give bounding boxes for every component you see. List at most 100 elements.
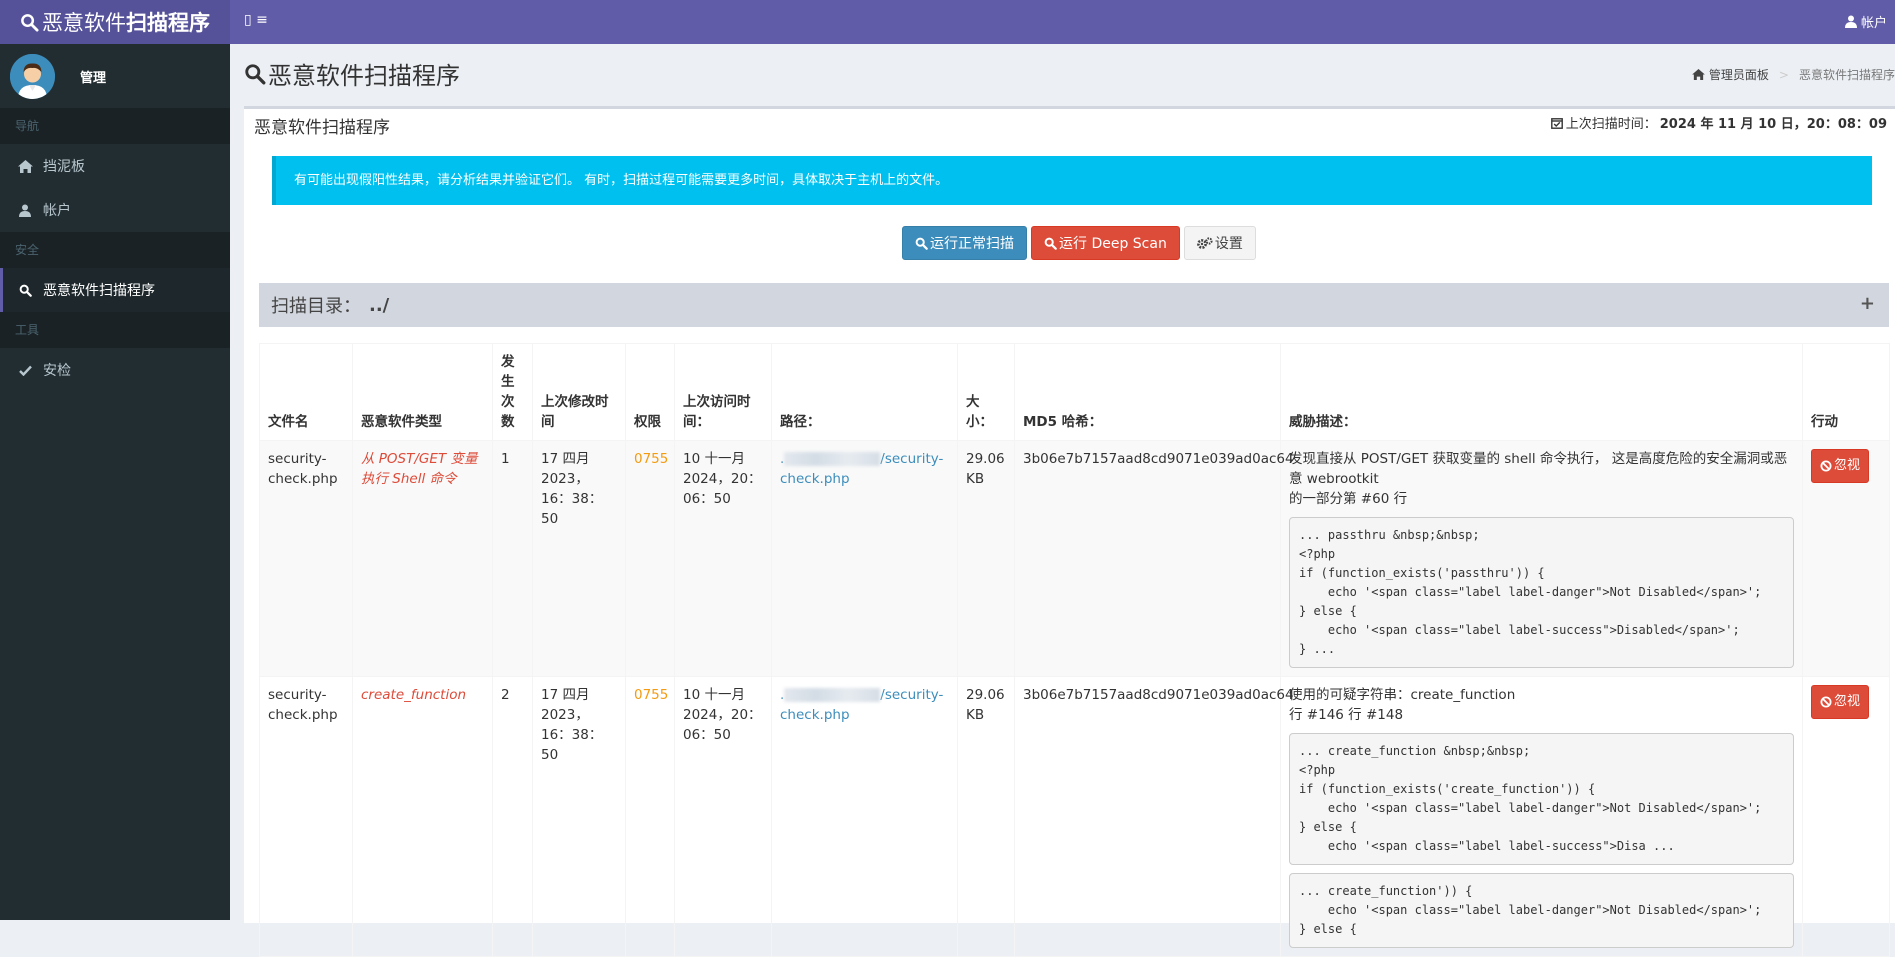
sidebar-item-label: 帐户 — [43, 203, 71, 219]
cell-accessed: 10 十一月 2024，20：06：50 — [674, 440, 772, 677]
home-icon — [1692, 69, 1705, 80]
sidebar-item-malware-scanner[interactable]: 恶意软件扫描程序 — [0, 268, 230, 312]
scan-results-table: 文件名 恶意软件类型 发生次数 上次修改时间 权限 上次访问时间： 路径： 大小… — [259, 343, 1890, 957]
cell-malware-type: create_function — [352, 676, 493, 957]
scan-directory-bar[interactable]: 扫描目录： ../ + — [259, 283, 1889, 327]
redacted-path — [784, 452, 881, 466]
cell-modified: 17 四月 2023，16：38：50 — [532, 676, 626, 957]
code-snippet: ... passthru &nbsp;&nbsp; <?php if (func… — [1289, 517, 1794, 668]
cell-path: ./security-check.php — [771, 440, 958, 677]
cell-threat-description: 使用的可疑字符串：create_function 行 #146 行 #148 .… — [1280, 676, 1803, 957]
nav-section-header: 导航 — [0, 108, 230, 144]
ban-icon — [1820, 460, 1832, 472]
search-icon — [245, 63, 266, 84]
box-title: 恶意软件扫描程序 — [254, 118, 390, 138]
breadcrumb-home-link[interactable]: 管理员面板 — [1709, 66, 1769, 83]
gears-icon — [1196, 236, 1213, 249]
file-path-link[interactable]: ./security-check.php — [780, 687, 943, 723]
col-header-permissions: 权限 — [625, 343, 675, 441]
settings-button[interactable]: 设置 — [1183, 226, 1256, 260]
calendar-check-icon — [1550, 117, 1563, 129]
sidebar-toggle-button[interactable]: ▯ ≡ — [244, 12, 268, 28]
ignore-label: 忽视 — [1834, 694, 1861, 709]
cell-threat-description: 发现直接从 POST/GET 获取变量的 shell 命令执行， 这是高度危险的… — [1280, 440, 1803, 677]
col-header-filename: 文件名 — [259, 343, 353, 441]
page-title: 恶意软件扫描程序 — [244, 56, 460, 91]
threat-description-text: 发现直接从 POST/GET 获取变量的 shell 命令执行， 这是高度危险的… — [1289, 451, 1788, 487]
cell-malware-type: 从 POST/GET 变量执行 Shell 命令 — [352, 440, 493, 677]
run-normal-scan-button[interactable]: 运行正常扫描 — [902, 226, 1027, 260]
threat-description-text: 使用的可疑字符串：create_function — [1289, 687, 1516, 703]
breadcrumb-separator: > — [1778, 67, 1789, 82]
search-icon — [21, 13, 39, 32]
cell-md5: 3b06e7b7157aad8cd9071e039ad0ac64 — [1014, 676, 1294, 957]
table-row: security-check.php create_function 2 17 … — [259, 676, 1890, 957]
ignore-button[interactable]: 忽视 — [1811, 685, 1870, 719]
breadcrumb: 管理员面板 > 恶意软件扫描程序 — [1692, 66, 1895, 83]
sidebar-item-dashboard[interactable]: 挡泥板 — [0, 144, 230, 188]
brand-logo[interactable]: 恶意软件 扫描程序 — [0, 0, 230, 44]
sidebar: 管理 导航 挡泥板 帐户 安全 恶意软件扫描程序 工具 安检 — [0, 44, 230, 920]
col-header-path: 路径： — [771, 343, 958, 441]
ignore-button[interactable]: 忽视 — [1811, 449, 1870, 483]
user-name: 管理 — [80, 70, 107, 86]
sidebar-item-security-check[interactable]: 安检 — [0, 348, 230, 392]
cell-permissions: 0755 — [625, 676, 675, 957]
cell-occurrences: 2 — [492, 676, 533, 957]
sidebar-item-account[interactable]: 帐户 — [0, 188, 230, 232]
brand-text-bold: 扫描程序 — [126, 11, 210, 35]
run-deep-scan-label: 运行 Deep Scan — [1059, 236, 1167, 252]
col-header-modified: 上次修改时间 — [532, 343, 626, 441]
cell-modified: 17 四月 2023，16：38：50 — [532, 440, 626, 677]
brand-text-light: 恶意软件 — [42, 11, 126, 35]
cell-filename: security-check.php — [259, 676, 353, 957]
page-title-text: 恶意软件扫描程序 — [268, 62, 460, 90]
cell-md5: 3b06e7b7157aad8cd9071e039ad0ac64 — [1014, 440, 1294, 677]
threat-line-info: 的一部分第 #60 行 — [1289, 491, 1408, 507]
col-header-malware-type: 恶意软件类型 — [352, 343, 493, 441]
code-snippet: ... create_function &nbsp;&nbsp; <?php i… — [1289, 733, 1794, 865]
last-scan-label: 上次扫描时间： — [1565, 117, 1657, 132]
sidebar-item-label: 挡泥板 — [43, 159, 85, 175]
cell-accessed: 10 十一月 2024，20：06：50 — [674, 676, 772, 957]
col-header-md5: MD5 哈希： — [1014, 343, 1281, 441]
run-normal-scan-label: 运行正常扫描 — [930, 236, 1014, 252]
cell-size: 29.06 KB — [957, 440, 1015, 677]
run-deep-scan-button[interactable]: 运行 Deep Scan — [1031, 226, 1180, 260]
search-icon — [19, 284, 32, 297]
content-area: 恶意软件扫描程序 管理员面板 > 恶意软件扫描程序 恶意软件扫描程序 上次扫描时… — [230, 44, 1895, 957]
user-icon — [19, 204, 31, 217]
col-header-threat-description: 威胁描述： — [1280, 343, 1803, 441]
cell-size: 29.06 KB — [957, 676, 1015, 957]
user-panel: 管理 — [0, 44, 230, 108]
sidebar-item-label: 恶意软件扫描程序 — [43, 283, 155, 299]
sidebar-item-label: 安检 — [43, 363, 71, 379]
redacted-path — [784, 688, 881, 702]
home-icon — [17, 159, 33, 173]
table-row: security-check.php 从 POST/GET 变量执行 Shell… — [259, 440, 1890, 677]
avatar — [10, 53, 55, 99]
account-menu[interactable]: 帐户 — [1844, 12, 1887, 31]
ignore-label: 忽视 — [1834, 458, 1861, 473]
scanner-box: 恶意软件扫描程序 上次扫描时间： 2024 年 11 月 10 日，20：08：0… — [244, 106, 1895, 957]
menu-icon: ▯ ≡ — [244, 12, 268, 28]
last-scan-time: 上次扫描时间： 2024 年 11 月 10 日，20：08：09 — [1550, 113, 1887, 132]
cell-filename: security-check.php — [259, 440, 353, 677]
expand-toggle-icon[interactable]: + — [1860, 293, 1875, 314]
col-header-size: 大小： — [957, 343, 1015, 441]
cell-path: ./security-check.php — [771, 676, 958, 957]
cell-permissions: 0755 — [625, 440, 675, 677]
check-icon — [18, 365, 32, 376]
code-snippet: ... create_function')) { echo '<span cla… — [1289, 873, 1794, 948]
cell-occurrences: 1 — [492, 440, 533, 677]
account-label: 帐户 — [1860, 16, 1887, 31]
file-path-link[interactable]: ./security-check.php — [780, 451, 943, 487]
last-scan-value: 2024 年 11 月 10 日，20：08：09 — [1659, 117, 1887, 132]
col-header-accessed: 上次访问时间： — [674, 343, 772, 441]
settings-label: 设置 — [1214, 236, 1243, 252]
cell-action: 忽视 — [1802, 440, 1890, 677]
scan-button-group: 运行正常扫描 运行 Deep Scan 设置 — [902, 226, 1256, 260]
col-header-occurrences: 发生次数 — [492, 343, 533, 441]
search-icon — [1044, 237, 1057, 250]
search-icon — [915, 237, 928, 250]
